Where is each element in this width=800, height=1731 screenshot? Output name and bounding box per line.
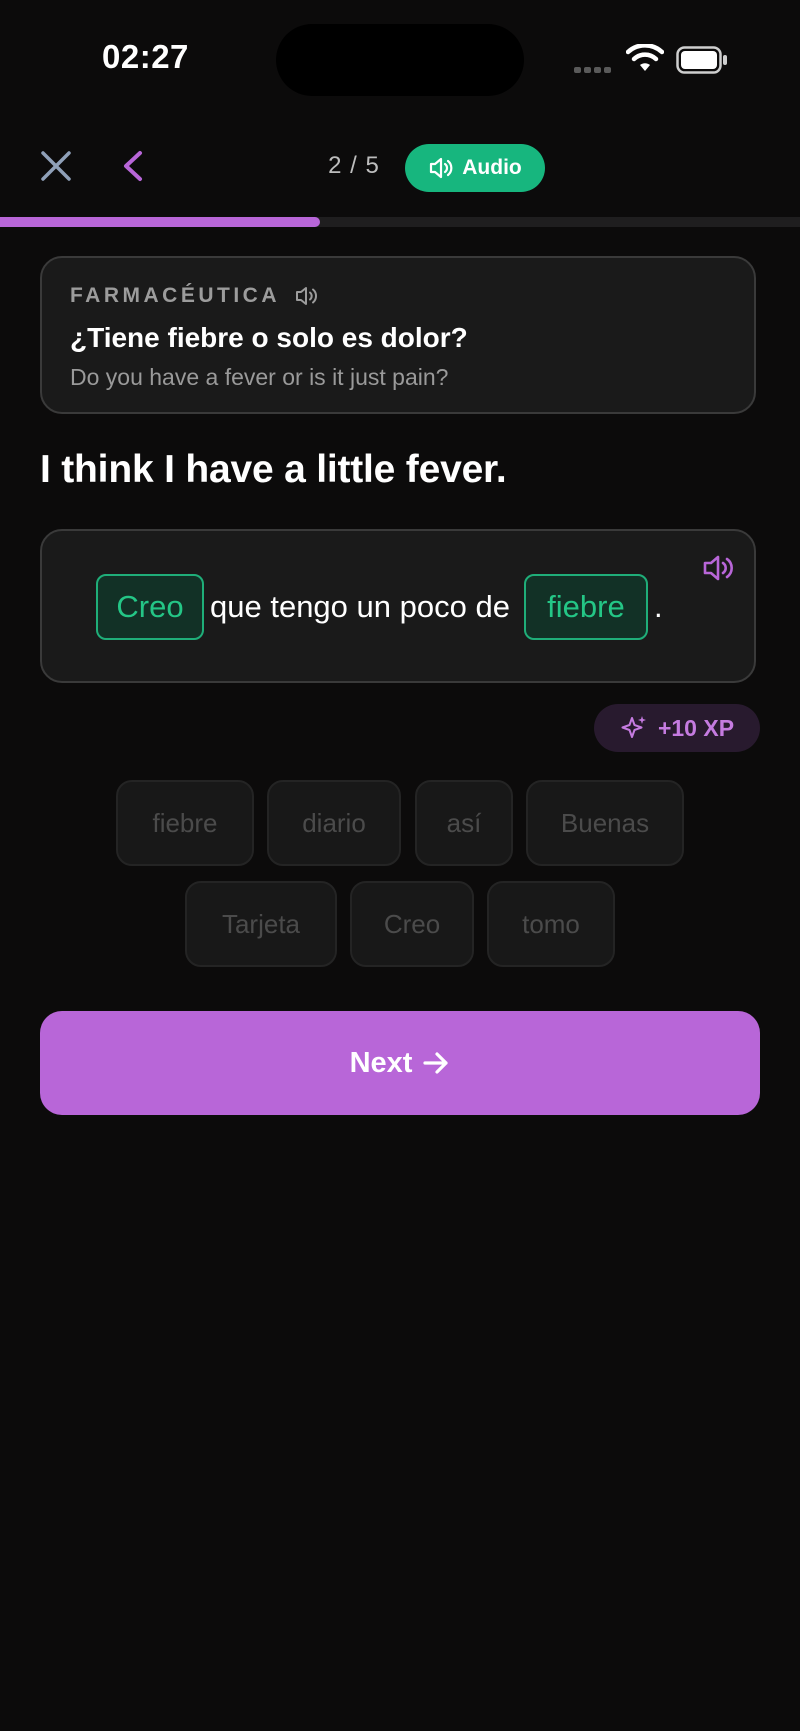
word-chip[interactable]: tomo bbox=[487, 881, 615, 967]
battery-icon bbox=[676, 46, 727, 74]
status-time: 02:27 bbox=[102, 38, 189, 75]
audio-label: Audio bbox=[462, 156, 522, 179]
context-question: ¿Tiene fiebre o solo es dolor? bbox=[70, 322, 468, 353]
lesson-progress-bar bbox=[0, 217, 800, 227]
word-chip[interactable]: Tarjeta bbox=[185, 881, 337, 967]
audio-toggle-button[interactable]: Audio bbox=[405, 144, 545, 192]
next-button-label: Next bbox=[349, 1046, 413, 1079]
chevron-left-icon[interactable] bbox=[118, 148, 148, 184]
progress-counter: 2 / 5 bbox=[328, 152, 380, 179]
word-chip[interactable]: diario bbox=[267, 780, 401, 866]
answer-end-punctuation: . bbox=[653, 589, 663, 624]
close-icon[interactable] bbox=[38, 148, 74, 184]
xp-badge: +10 XP bbox=[594, 704, 760, 752]
cellular-signal-icon bbox=[574, 67, 612, 75]
sparkle-icon bbox=[621, 716, 646, 738]
arrow-right-icon bbox=[423, 1052, 449, 1074]
answer-middle-text: que tengo un poco de bbox=[210, 589, 510, 624]
lesson-progress-fill bbox=[0, 217, 320, 227]
word-chip[interactable]: así bbox=[415, 780, 513, 866]
speaker-icon[interactable] bbox=[702, 553, 736, 583]
wifi-icon bbox=[626, 44, 664, 71]
word-chip[interactable]: fiebre bbox=[116, 780, 254, 866]
speaker-icon bbox=[430, 157, 453, 179]
answer-blank-2[interactable]: fiebre bbox=[523, 574, 648, 640]
next-button[interactable]: Next bbox=[40, 1011, 760, 1115]
word-chip[interactable]: Creo bbox=[350, 881, 474, 967]
xp-badge-label: +10 XP bbox=[657, 714, 735, 741]
word-chip[interactable]: Buenas bbox=[526, 780, 684, 866]
context-card: FARMACÉUTICA ¿Tiene fiebre o solo es dol… bbox=[40, 256, 756, 414]
speaker-role-label: FARMACÉUTICA bbox=[70, 284, 280, 307]
answer-card: Creo que tengo un poco de fiebre . bbox=[40, 529, 756, 683]
context-translation: Do you have a fever or is it just pain? bbox=[70, 364, 449, 390]
dynamic-island bbox=[276, 24, 524, 96]
speaker-icon[interactable] bbox=[294, 285, 320, 307]
answer-blank-1[interactable]: Creo bbox=[96, 574, 204, 640]
prompt-sentence: I think I have a little fever. bbox=[40, 448, 507, 491]
